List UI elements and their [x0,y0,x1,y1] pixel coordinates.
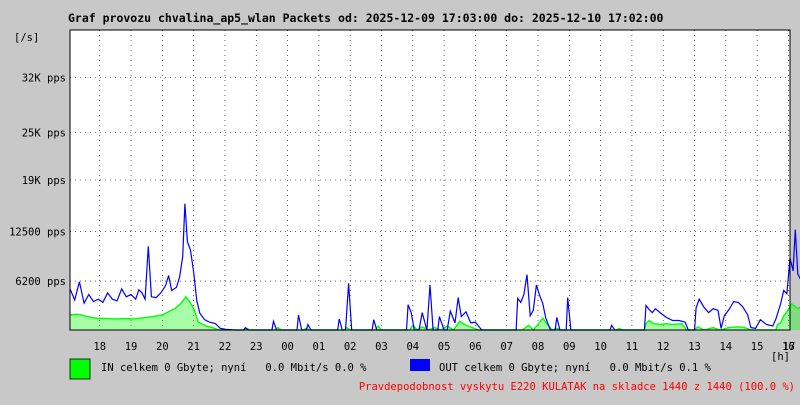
y-tick-label: 12500 pps [9,226,66,238]
x-tick-label: 22 [219,341,232,353]
x-tick-label: 08 [532,341,545,353]
footer-probability-text: Pravdepodobnost vyskytu E220 KULATAK na … [359,381,795,393]
x-tick-label: 11 [626,341,639,353]
y-tick-label: 19K pps [22,175,66,187]
x-tick-label: 04 [406,341,419,353]
x-tick-label: 06 [469,341,482,353]
x-tick-label: 07 [500,341,513,353]
x-tick-label: 00 [281,341,294,353]
x-tick-label: 12 [657,341,670,353]
y-tick-label: 32K pps [22,72,66,84]
x-tick-label: 14 [719,341,732,353]
y-tick-label: 6200 pps [15,276,66,288]
x-axis-unit: [h] [771,351,790,363]
y-tick-label: 25K pps [22,128,66,140]
x-tick-label: 03 [375,341,388,353]
x-tick-label: 02 [344,341,357,353]
x-tick-label: 21 [187,341,200,353]
traffic-graph-panel: Graf provozu chvalina_ap5_wlan Packets o… [0,0,800,400]
chart-title: Graf provozu chvalina_ap5_wlan Packets o… [68,11,664,26]
legend-swatch-out [410,359,430,371]
x-tick-label: 09 [563,341,576,353]
legend-swatch-in [69,358,91,380]
x-axis-ticks: 18 19 20 21 22 23 00 01 02 03 04 05 06 07 08 09 10 11 12 13… [93,341,795,353]
x-tick-label: 10 [594,341,607,353]
x-tick-label: 23 [250,341,263,353]
x-tick-label: 01 [313,341,326,353]
x-tick-label: 20 [156,341,169,353]
y-axis-unit: [/s] [14,32,39,44]
x-tick-label: 05 [438,341,451,353]
traffic-chart: Graf provozu chvalina_ap5_wlan Packets o… [0,0,800,400]
x-tick-label: 19 [125,341,138,353]
x-tick-label: 15 [751,341,764,353]
x-tick-label: 13 [688,341,701,353]
legend-label-out: OUT celkem 0 Gbyte; nyní 0.0 Mbit/s 0.1 … [439,362,712,374]
legend-label-in: IN celkem 0 Gbyte; nyní 0.0 Mbit/s 0.0 % [101,362,367,374]
x-tick-label: 18 [93,341,106,353]
